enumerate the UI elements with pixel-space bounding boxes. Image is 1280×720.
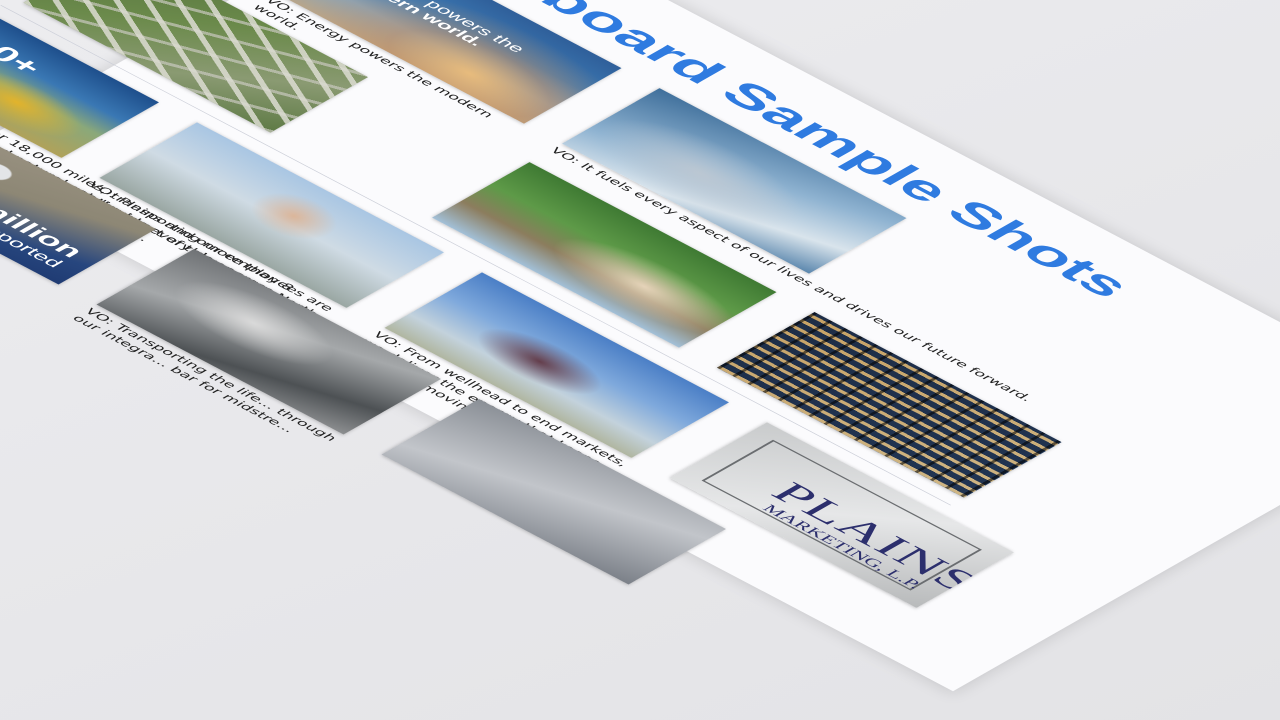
- scene: Storyboard Sample Shots Energy powers th…: [0, 0, 1280, 720]
- storyboard-sheet: Storyboard Sample Shots Energy powers th…: [0, 0, 1280, 692]
- shot-miles-overlay: 18,000+ miles: [0, 0, 49, 88]
